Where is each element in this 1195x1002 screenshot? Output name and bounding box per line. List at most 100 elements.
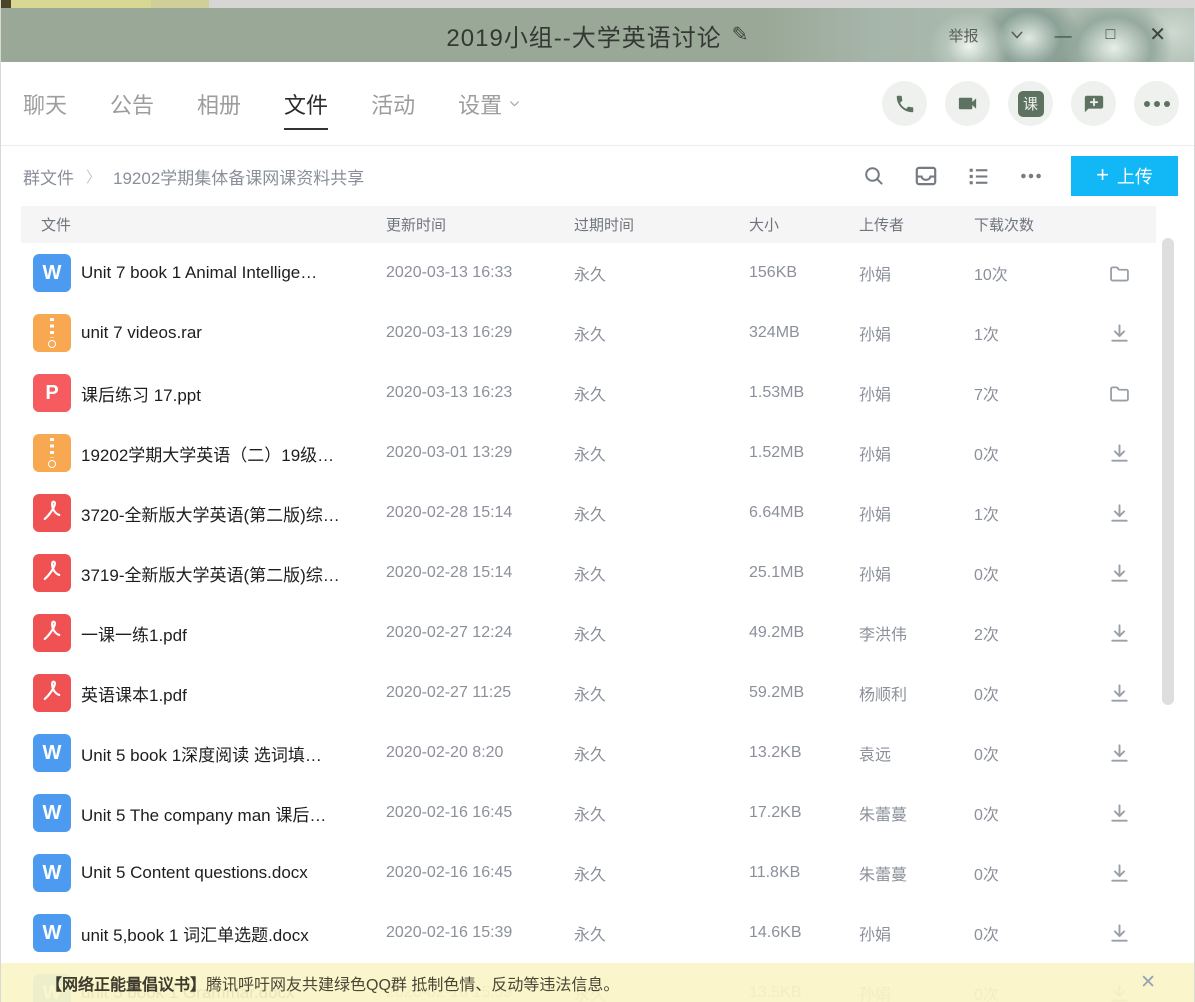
download-icon[interactable] [1108, 742, 1131, 765]
pdf-file-icon [39, 678, 65, 708]
word-file-icon: W [43, 743, 62, 763]
file-table: 文件 更新时间 过期时间 大小 上传者 下载次数 W P Unit 7 book… [1, 206, 1194, 1002]
file-name[interactable]: Unit 5 The company man 课后… [81, 801, 386, 826]
download-icon[interactable] [1108, 502, 1131, 525]
file-updated: 2020-02-16 16:45 [386, 864, 574, 882]
download-icon[interactable] [1108, 862, 1131, 885]
file-uploader: 孙娟 [859, 501, 974, 525]
file-name[interactable]: Unit 5 book 1深度阅读 选词填… [81, 741, 386, 766]
file-name[interactable]: 3720-全新版大学英语(第二版)综… [81, 501, 386, 526]
inbox-icon[interactable] [913, 163, 939, 189]
open-folder-icon[interactable] [1108, 262, 1131, 285]
download-icon[interactable] [1108, 442, 1131, 465]
column-updated[interactable]: 更新时间 [386, 214, 574, 235]
download-icon[interactable] [1108, 682, 1131, 705]
download-icon[interactable] [1108, 562, 1131, 585]
column-downloads[interactable]: 下载次数 [974, 214, 1106, 235]
file-table-body: W P Unit 7 book 1 Animal Intellige… 2020… [21, 243, 1156, 1002]
file-name[interactable]: 英语课本1.pdf [81, 681, 386, 706]
tab-announcements[interactable]: 公告 [110, 62, 154, 145]
table-row[interactable]: W P 一课一练1.pdf 2020-02-27 12:24 永久 49.2MB… [21, 603, 1156, 663]
download-icon[interactable] [1108, 622, 1131, 645]
table-row[interactable]: W P unit 7 videos.rar 2020-03-13 16:29 永… [21, 303, 1156, 363]
word-file-icon: W [43, 863, 62, 883]
table-row[interactable]: W P Unit 5 book 1深度阅读 选词填… 2020-02-20 8:… [21, 723, 1156, 783]
voice-call-button[interactable] [882, 81, 927, 126]
search-icon[interactable] [862, 164, 886, 188]
table-row[interactable]: W P Unit 5 The company man 课后… 2020-02-1… [21, 783, 1156, 843]
edit-title-icon[interactable]: ✎ [732, 22, 749, 47]
file-downloads: 0次 [974, 741, 1106, 765]
tab-files[interactable]: 文件 [284, 62, 328, 145]
video-call-button[interactable] [945, 81, 990, 126]
download-icon[interactable] [1108, 322, 1131, 345]
file-name[interactable]: 19202学期大学英语（二）19级… [81, 441, 386, 466]
file-uploader: 孙娟 [859, 921, 974, 945]
archive-file-icon [48, 318, 56, 348]
file-name[interactable]: Unit 7 book 1 Animal Intellige… [81, 263, 386, 283]
file-name[interactable]: 一课一练1.pdf [81, 621, 386, 646]
file-name[interactable]: unit 5,book 1 词汇单选题.docx [81, 921, 386, 946]
scrollbar-thumb[interactable] [1162, 238, 1174, 705]
titlebar[interactable]: 2019小组--大学英语讨论 ✎ 举报 — □ ✕ [1, 8, 1194, 62]
banner-close-icon[interactable]: ✕ [1140, 973, 1156, 992]
tab-activities[interactable]: 活动 [371, 62, 415, 145]
tab-album[interactable]: 相册 [197, 62, 241, 145]
download-icon[interactable] [1108, 922, 1131, 945]
file-expiry: 永久 [574, 441, 749, 465]
maximize-button[interactable]: □ [1106, 27, 1116, 43]
file-name[interactable]: 课后练习 17.ppt [81, 381, 386, 406]
breadcrumb-root[interactable]: 群文件 [23, 164, 74, 189]
open-folder-icon[interactable] [1108, 382, 1131, 405]
more-actions-button[interactable] [1134, 81, 1179, 126]
column-size[interactable]: 大小 [749, 214, 859, 235]
file-size: 6.64MB [749, 504, 859, 522]
file-updated: 2020-03-01 13:29 [386, 444, 574, 462]
table-row[interactable]: W P Unit 7 book 1 Animal Intellige… 2020… [21, 243, 1156, 303]
more-tools-icon[interactable] [1018, 163, 1044, 189]
table-header: 文件 更新时间 过期时间 大小 上传者 下载次数 [21, 206, 1156, 243]
table-row[interactable]: W P 3719-全新版大学英语(第二版)综… 2020-02-28 15:14… [21, 543, 1156, 603]
table-row[interactable]: W P Unit 5 Content questions.docx 2020-0… [21, 843, 1156, 903]
chevron-down-icon[interactable] [1009, 27, 1025, 43]
file-toolbar: 群文件 〉 19202学期集体备课网课资料共享 + 上传 [1, 146, 1194, 206]
file-downloads: 0次 [974, 561, 1106, 585]
list-view-icon[interactable] [966, 164, 991, 189]
notice-prefix: 【网络正能量倡议书】 [46, 971, 206, 995]
upload-button[interactable]: + 上传 [1071, 156, 1178, 196]
table-row[interactable]: W P unit 5,book 1 词汇单选题.docx 2020-02-16 … [21, 903, 1156, 963]
file-expiry: 永久 [574, 501, 749, 525]
tab-settings[interactable]: 设置 [458, 62, 521, 145]
phone-icon [894, 93, 916, 115]
tab-settings-label: 设置 [458, 88, 502, 120]
upload-label: 上传 [1117, 163, 1153, 189]
table-row[interactable]: W P 英语课本1.pdf 2020-02-27 11:25 永久 59.2MB… [21, 663, 1156, 723]
file-downloads: 2次 [974, 621, 1106, 645]
new-chat-button[interactable] [1071, 81, 1116, 126]
chat-plus-icon [1083, 93, 1105, 115]
table-row[interactable]: W P 3720-全新版大学英语(第二版)综… 2020-02-28 15:14… [21, 483, 1156, 543]
download-icon[interactable] [1108, 802, 1131, 825]
table-row[interactable]: W P 课后练习 17.ppt 2020-03-13 16:23 永久 1.53… [21, 363, 1156, 423]
table-row[interactable]: W P 19202学期大学英语（二）19级… 2020-03-01 13:29 … [21, 423, 1156, 483]
video-camera-icon [956, 92, 979, 115]
close-button[interactable]: ✕ [1149, 25, 1166, 45]
column-uploader[interactable]: 上传者 [859, 214, 974, 235]
file-downloads: 0次 [974, 921, 1106, 945]
file-name[interactable]: Unit 5 Content questions.docx [81, 863, 386, 883]
tab-chat[interactable]: 聊天 [23, 62, 67, 145]
plus-icon: + [1096, 164, 1109, 186]
report-link[interactable]: 举报 [949, 25, 979, 46]
column-file[interactable]: 文件 [21, 214, 386, 235]
file-name[interactable]: unit 7 videos.rar [81, 323, 386, 343]
file-size: 156KB [749, 264, 859, 282]
file-uploader: 李洪伟 [859, 621, 974, 645]
file-uploader: 孙娟 [859, 381, 974, 405]
class-button[interactable]: 课 [1008, 81, 1053, 126]
column-expiry[interactable]: 过期时间 [574, 214, 749, 235]
minimize-button[interactable]: — [1055, 27, 1072, 44]
file-size: 25.1MB [749, 564, 859, 582]
pdf-file-icon [39, 498, 65, 528]
file-size: 1.53MB [749, 384, 859, 402]
file-name[interactable]: 3719-全新版大学英语(第二版)综… [81, 561, 386, 586]
